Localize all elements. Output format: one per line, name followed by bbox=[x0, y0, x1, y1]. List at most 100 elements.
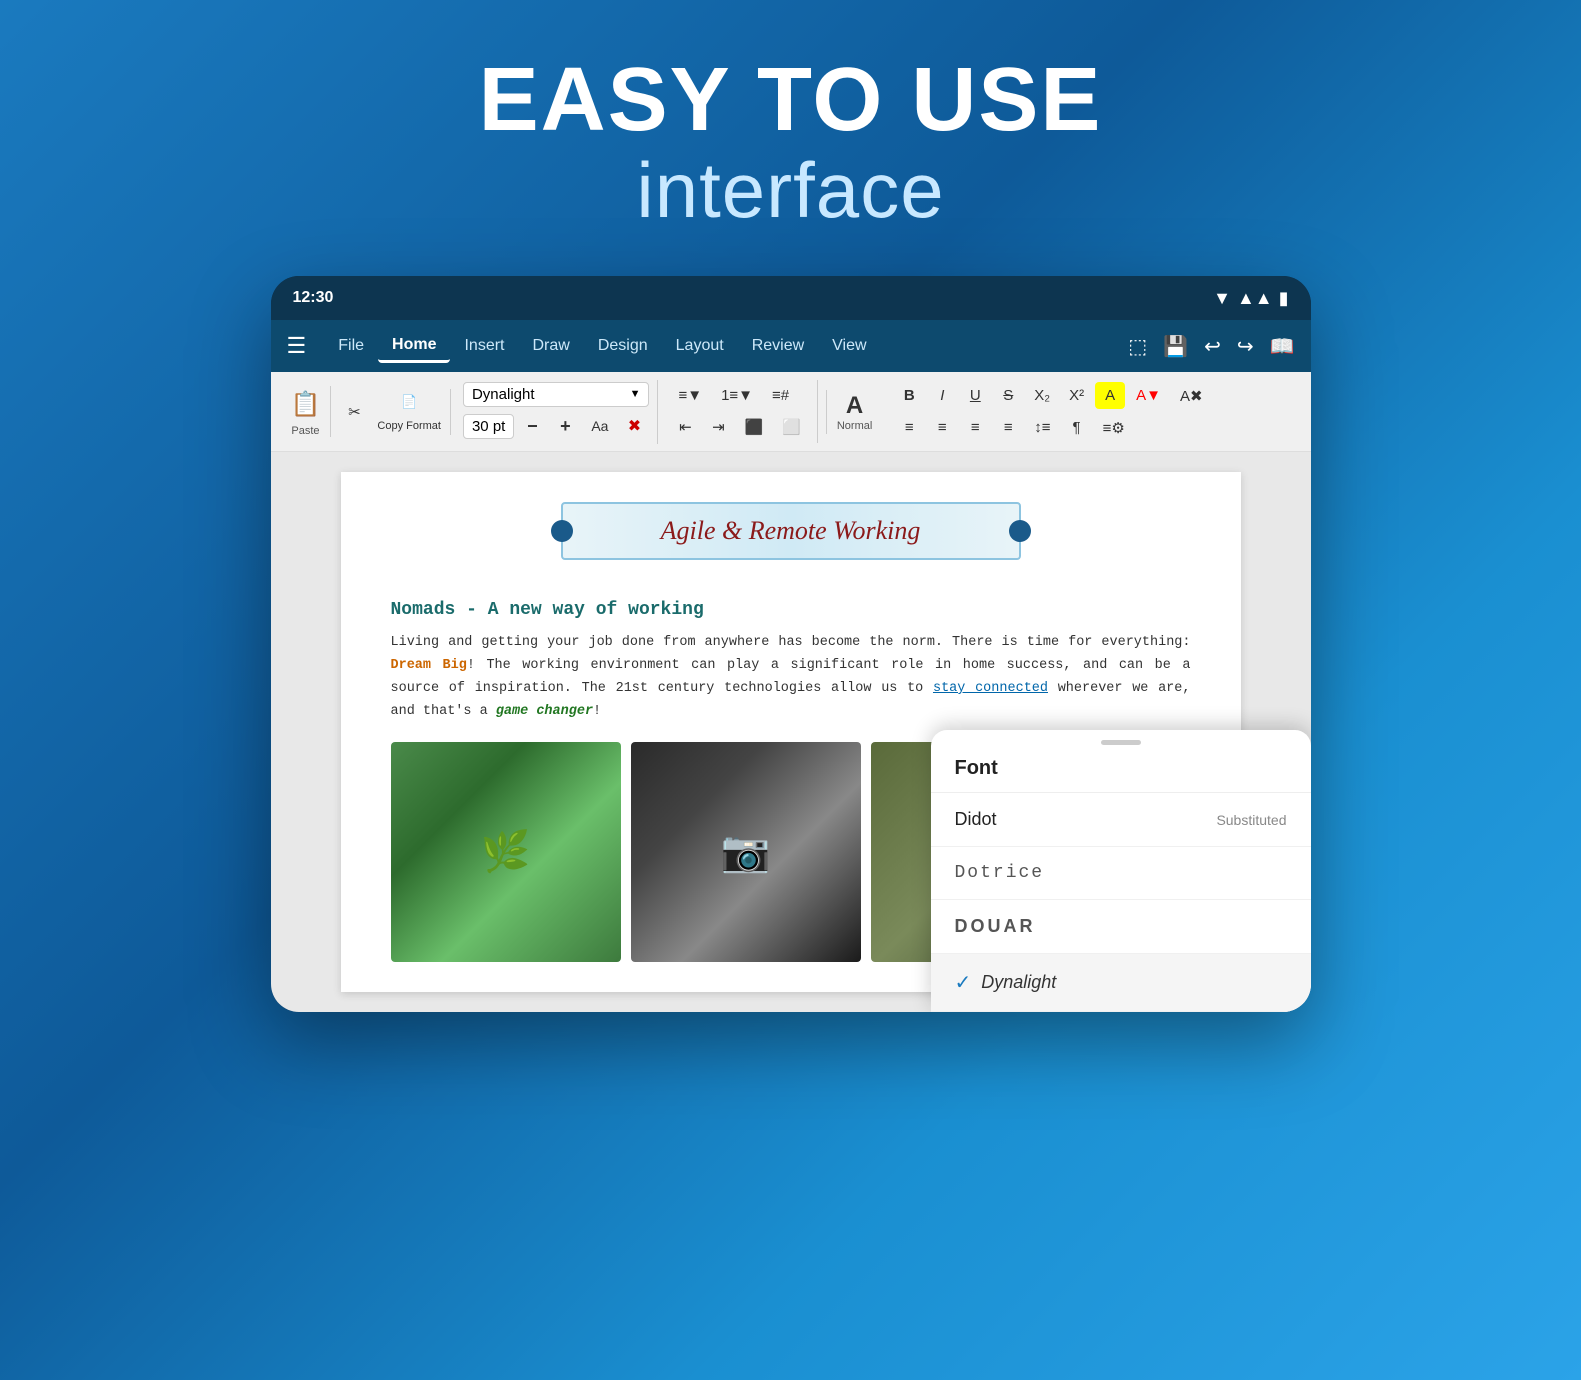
font-name-selector[interactable]: Dynalight ▼ bbox=[463, 382, 650, 407]
bold-button[interactable]: B bbox=[894, 382, 924, 409]
pilcrow-button[interactable]: ¶ bbox=[1062, 414, 1092, 441]
format-buttons-group: B I U S X₂ X² A A▼ A✖ ≡ ≡ ≡ ≡ ↕≡ ¶ ≡⚙ bbox=[886, 380, 1218, 444]
photo-desk: 📷 bbox=[631, 742, 861, 962]
strikethrough-button[interactable]: S bbox=[993, 382, 1023, 409]
hero-section: EASY TO USE interface bbox=[479, 0, 1103, 276]
doc-game-changer: game changer bbox=[496, 704, 593, 719]
doc-body: Living and getting your job done from an… bbox=[391, 632, 1191, 724]
hamburger-menu[interactable]: ☰ bbox=[287, 333, 307, 359]
battery-icon: ▮ bbox=[1279, 288, 1289, 309]
font-size-box: 30 pt bbox=[463, 414, 514, 439]
font-name-didot: Didot bbox=[955, 809, 997, 830]
book-icon[interactable]: 📖 bbox=[1270, 334, 1295, 359]
numbered-list-button[interactable]: 1≡▼ bbox=[713, 382, 761, 409]
cut-copy-group: ✂ 📄 Copy Format bbox=[335, 389, 451, 435]
highlight-button[interactable]: ⬛ bbox=[736, 413, 771, 441]
paste-group: 📋 Paste bbox=[281, 386, 332, 437]
status-icons: ▼ ▲▲ ▮ bbox=[1213, 288, 1288, 309]
menu-draw[interactable]: Draw bbox=[518, 331, 583, 361]
font-panel: Font Didot Substituted Dotrice DOUAR bbox=[931, 730, 1311, 1012]
undo-icon[interactable]: ↩ bbox=[1204, 334, 1221, 359]
doc-body-final: ! bbox=[593, 704, 601, 719]
doc-heading: Nomads - A new way of working bbox=[391, 600, 1191, 620]
font-name-value: Dynalight bbox=[472, 386, 535, 403]
font-name-dotrice: Dotrice bbox=[955, 863, 1045, 883]
style-normal-label: Normal bbox=[837, 420, 872, 432]
copy-format-label: Copy Format bbox=[377, 420, 441, 432]
checkmark-icon: ✓ bbox=[955, 970, 972, 995]
menu-view[interactable]: View bbox=[818, 331, 880, 361]
save-icon[interactable]: 💾 bbox=[1163, 334, 1188, 359]
subscript-button[interactable]: X₂ bbox=[1026, 382, 1058, 409]
bullet-list-button[interactable]: ≡▼ bbox=[670, 382, 710, 409]
italic-button[interactable]: I bbox=[927, 382, 957, 409]
style-A-indicator: A bbox=[846, 392, 863, 420]
increase-size-button[interactable]: + bbox=[550, 411, 580, 442]
align-left-button[interactable]: ≡ bbox=[894, 414, 924, 441]
superscript-button[interactable]: X² bbox=[1061, 382, 1092, 409]
align-right-button[interactable]: ≡ bbox=[960, 414, 990, 441]
copy-format-button[interactable]: Copy Format bbox=[372, 417, 446, 435]
line-spacing-button[interactable]: ↕≡ bbox=[1026, 414, 1058, 441]
wifi-icon: ▼ bbox=[1213, 288, 1231, 309]
menu-home[interactable]: Home bbox=[378, 330, 450, 363]
toolbar: 📋 Paste ✂ 📄 Copy Format Dynalight ▼ bbox=[271, 372, 1311, 452]
clear-format-button[interactable]: ✖ bbox=[619, 411, 649, 441]
indent-increase-button[interactable]: ⇥ bbox=[703, 413, 733, 441]
font-item-douar-left: DOUAR bbox=[955, 916, 1036, 937]
paste-label: Paste bbox=[291, 425, 319, 437]
status-time: 12:30 bbox=[293, 289, 334, 307]
font-substituted-label: Substituted bbox=[1216, 812, 1286, 828]
underline-button[interactable]: U bbox=[960, 382, 990, 409]
status-bar: 12:30 ▼ ▲▲ ▮ bbox=[271, 276, 1311, 320]
menu-file[interactable]: File bbox=[324, 331, 378, 361]
handle-bar bbox=[1101, 740, 1141, 745]
menu-design[interactable]: Design bbox=[584, 331, 662, 361]
corner-decoration-left bbox=[551, 520, 573, 542]
title-banner-wrapper: Agile & Remote Working bbox=[391, 502, 1191, 580]
copy-button[interactable]: 📄 bbox=[372, 389, 446, 415]
doc-dream-big: Dream Big bbox=[391, 658, 467, 673]
font-panel-title: Font bbox=[931, 749, 1311, 793]
font-selector-group: Dynalight ▼ 30 pt − + Aa ✖ bbox=[455, 380, 659, 444]
redo-icon[interactable]: ↪ bbox=[1237, 334, 1254, 359]
signal-icon: ▲▲ bbox=[1237, 288, 1273, 309]
font-name-dynalight: Dynalight bbox=[981, 972, 1056, 993]
style-normal-group: A Normal bbox=[826, 390, 882, 434]
font-item-dynalight-left: ✓ Dynalight bbox=[955, 970, 1057, 995]
document-area: Agile & Remote Working Nomads - A new wa… bbox=[271, 452, 1311, 1012]
paste-button[interactable]: 📋 bbox=[285, 386, 327, 423]
font-color-button[interactable]: A▼ bbox=[1128, 382, 1169, 409]
menu-insert[interactable]: Insert bbox=[450, 331, 518, 361]
font-item-didot[interactable]: Didot Substituted bbox=[931, 793, 1311, 847]
menu-bar: ☰ File Home Insert Draw Design Layout Re… bbox=[271, 320, 1311, 372]
clear-all-button[interactable]: A✖ bbox=[1172, 382, 1211, 410]
highlight-color-button[interactable]: A bbox=[1095, 382, 1125, 409]
device-frame: 12:30 ▼ ▲▲ ▮ ☰ File Home Insert Draw Des… bbox=[271, 276, 1311, 1012]
indent-decrease-button[interactable]: ⇤ bbox=[670, 413, 700, 441]
font-name-douar: DOUAR bbox=[955, 916, 1036, 937]
align-justify-button[interactable]: ≡ bbox=[993, 414, 1023, 441]
align-center-button[interactable]: ≡ bbox=[927, 414, 957, 441]
hero-title: EASY TO USE bbox=[479, 55, 1103, 145]
multi-list-button[interactable]: ≡# bbox=[764, 382, 797, 409]
menu-review[interactable]: Review bbox=[738, 331, 818, 361]
doc-stay-connected: stay connected bbox=[933, 681, 1048, 696]
doc-title-text: Agile & Remote Working bbox=[661, 516, 921, 545]
doc-title-banner: Agile & Remote Working bbox=[561, 502, 1021, 560]
menu-layout[interactable]: Layout bbox=[662, 331, 738, 361]
paragraph-settings-button[interactable]: ≡⚙ bbox=[1095, 414, 1133, 442]
font-item-dotrice[interactable]: Dotrice bbox=[931, 847, 1311, 900]
font-item-dynalight[interactable]: ✓ Dynalight bbox=[931, 954, 1311, 1012]
font-panel-handle bbox=[931, 730, 1311, 749]
doc-body-intro: Living and getting your job done from an… bbox=[391, 635, 1191, 650]
font-size-value: 30 pt bbox=[472, 418, 505, 435]
cut-button[interactable]: ✂ bbox=[339, 398, 369, 426]
edit-icon[interactable]: ⬚ bbox=[1128, 334, 1147, 359]
menu-right-icons: ⬚ 💾 ↩ ↪ 📖 bbox=[1128, 334, 1294, 359]
align-right2-button[interactable]: ⬜ bbox=[774, 413, 809, 441]
decrease-size-button[interactable]: − bbox=[517, 411, 547, 442]
font-item-douar[interactable]: DOUAR bbox=[931, 900, 1311, 954]
font-aa-button[interactable]: Aa bbox=[583, 413, 616, 439]
font-item-didot-left: Didot bbox=[955, 809, 997, 830]
